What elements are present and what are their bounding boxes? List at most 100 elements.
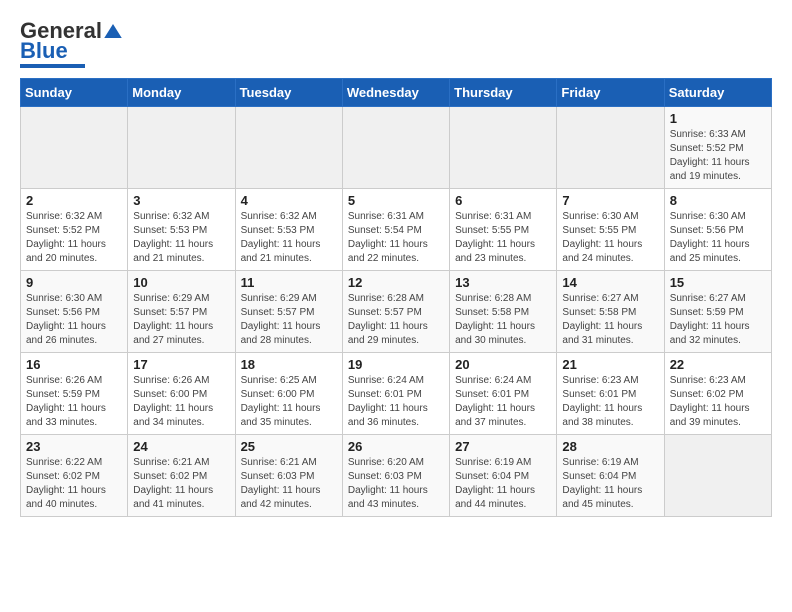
calendar-cell: 24 Sunrise: 6:21 AM Sunset: 6:02 PM Dayli… [128,435,235,517]
day-number: 3 [133,193,229,208]
day-info: Sunrise: 6:19 AM Sunset: 6:04 PM Dayligh… [455,456,551,512]
day-number: 1 [670,111,766,126]
day-number: 13 [455,275,551,290]
day-info: Sunrise: 6:23 AM Sunset: 6:01 PM Dayligh… [562,374,658,430]
calendar-cell: 26 Sunrise: 6:20 AM Sunset: 6:03 PM Dayli… [342,435,449,517]
calendar-cell: 18 Sunrise: 6:25 AM Sunset: 6:00 PM Dayli… [235,353,342,435]
day-info: Sunrise: 6:32 AM Sunset: 5:53 PM Dayligh… [241,210,337,266]
calendar-cell: 11 Sunrise: 6:29 AM Sunset: 5:57 PM Dayli… [235,271,342,353]
calendar-cell: 23 Sunrise: 6:22 AM Sunset: 6:02 PM Dayli… [21,435,128,517]
calendar-cell: 9 Sunrise: 6:30 AM Sunset: 5:56 PM Daylig… [21,271,128,353]
calendar-week-row: 1 Sunrise: 6:33 AM Sunset: 5:52 PM Daylig… [21,107,772,189]
day-number: 28 [562,439,658,454]
day-info: Sunrise: 6:30 AM Sunset: 5:56 PM Dayligh… [670,210,766,266]
calendar-cell: 1 Sunrise: 6:33 AM Sunset: 5:52 PM Daylig… [664,107,771,189]
calendar-cell: 19Sunrise: 6:24 AM Sunset: 6:01 PM Dayli… [342,353,449,435]
logo-underline [20,64,85,68]
calendar-header-row: SundayMondayTuesdayWednesdayThursdayFrid… [21,79,772,107]
day-number: 21 [562,357,658,372]
day-number: 27 [455,439,551,454]
calendar-cell [664,435,771,517]
calendar-week-row: 2Sunrise: 6:32 AM Sunset: 5:52 PM Daylig… [21,189,772,271]
day-number: 10 [133,275,229,290]
day-info: Sunrise: 6:27 AM Sunset: 5:59 PM Dayligh… [670,292,766,348]
day-info: Sunrise: 6:29 AM Sunset: 5:57 PM Dayligh… [241,292,337,348]
calendar-cell: 27 Sunrise: 6:19 AM Sunset: 6:04 PM Dayli… [450,435,557,517]
calendar-cell: 20 Sunrise: 6:24 AM Sunset: 6:01 PM Dayli… [450,353,557,435]
day-number: 17 [133,357,229,372]
day-info: Sunrise: 6:30 AM Sunset: 5:55 PM Dayligh… [562,210,658,266]
calendar-cell: 25 Sunrise: 6:21 AM Sunset: 6:03 PM Dayli… [235,435,342,517]
calendar-cell: 5Sunrise: 6:31 AM Sunset: 5:54 PM Daylig… [342,189,449,271]
weekday-header: Saturday [664,79,771,107]
day-number: 5 [348,193,444,208]
day-number: 19 [348,357,444,372]
calendar-cell: 17 Sunrise: 6:26 AM Sunset: 6:00 PM Dayli… [128,353,235,435]
day-number: 12 [348,275,444,290]
day-number: 20 [455,357,551,372]
day-info: Sunrise: 6:21 AM Sunset: 6:02 PM Dayligh… [133,456,229,512]
calendar-cell [342,107,449,189]
day-info: Sunrise: 6:32 AM Sunset: 5:53 PM Dayligh… [133,210,229,266]
day-info: Sunrise: 6:24 AM Sunset: 6:01 PM Dayligh… [455,374,551,430]
day-info: Sunrise: 6:23 AM Sunset: 6:02 PM Dayligh… [670,374,766,430]
calendar-week-row: 9 Sunrise: 6:30 AM Sunset: 5:56 PM Daylig… [21,271,772,353]
calendar-cell: 12 Sunrise: 6:28 AM Sunset: 5:57 PM Dayli… [342,271,449,353]
day-info: Sunrise: 6:22 AM Sunset: 6:02 PM Dayligh… [26,456,122,512]
calendar-cell: 13 Sunrise: 6:28 AM Sunset: 5:58 PM Dayli… [450,271,557,353]
calendar-cell [21,107,128,189]
calendar-cell: 8 Sunrise: 6:30 AM Sunset: 5:56 PM Daylig… [664,189,771,271]
day-number: 25 [241,439,337,454]
calendar-cell: 7 Sunrise: 6:30 AM Sunset: 5:55 PM Daylig… [557,189,664,271]
weekday-header: Tuesday [235,79,342,107]
calendar-cell: 28 Sunrise: 6:19 AM Sunset: 6:04 PM Dayli… [557,435,664,517]
calendar-week-row: 23 Sunrise: 6:22 AM Sunset: 6:02 PM Dayli… [21,435,772,517]
calendar-cell: 16 Sunrise: 6:26 AM Sunset: 5:59 PM Dayli… [21,353,128,435]
calendar-cell [128,107,235,189]
calendar-cell: 2Sunrise: 6:32 AM Sunset: 5:52 PM Daylig… [21,189,128,271]
day-number: 16 [26,357,122,372]
day-number: 26 [348,439,444,454]
logo-icon [104,24,122,38]
day-info: Sunrise: 6:28 AM Sunset: 5:57 PM Dayligh… [348,292,444,348]
calendar-cell [557,107,664,189]
day-number: 11 [241,275,337,290]
weekday-header: Monday [128,79,235,107]
day-number: 7 [562,193,658,208]
weekday-header: Thursday [450,79,557,107]
day-info: Sunrise: 6:26 AM Sunset: 5:59 PM Dayligh… [26,374,122,430]
day-info: Sunrise: 6:21 AM Sunset: 6:03 PM Dayligh… [241,456,337,512]
day-info: Sunrise: 6:25 AM Sunset: 6:00 PM Dayligh… [241,374,337,430]
day-info: Sunrise: 6:27 AM Sunset: 5:58 PM Dayligh… [562,292,658,348]
day-info: Sunrise: 6:26 AM Sunset: 6:00 PM Dayligh… [133,374,229,430]
calendar-cell: 6Sunrise: 6:31 AM Sunset: 5:55 PM Daylig… [450,189,557,271]
calendar-cell: 22 Sunrise: 6:23 AM Sunset: 6:02 PM Dayli… [664,353,771,435]
day-info: Sunrise: 6:19 AM Sunset: 6:04 PM Dayligh… [562,456,658,512]
weekday-header: Sunday [21,79,128,107]
day-number: 15 [670,275,766,290]
day-info: Sunrise: 6:20 AM Sunset: 6:03 PM Dayligh… [348,456,444,512]
day-info: Sunrise: 6:30 AM Sunset: 5:56 PM Dayligh… [26,292,122,348]
calendar-week-row: 16 Sunrise: 6:26 AM Sunset: 5:59 PM Dayli… [21,353,772,435]
day-number: 23 [26,439,122,454]
logo: General Blue [20,20,122,68]
day-info: Sunrise: 6:32 AM Sunset: 5:52 PM Dayligh… [26,210,122,266]
day-info: Sunrise: 6:31 AM Sunset: 5:55 PM Dayligh… [455,210,551,266]
calendar-table: SundayMondayTuesdayWednesdayThursdayFrid… [20,78,772,517]
day-number: 4 [241,193,337,208]
day-info: Sunrise: 6:28 AM Sunset: 5:58 PM Dayligh… [455,292,551,348]
day-number: 14 [562,275,658,290]
day-number: 24 [133,439,229,454]
day-number: 18 [241,357,337,372]
weekday-header: Friday [557,79,664,107]
calendar-cell: 21 Sunrise: 6:23 AM Sunset: 6:01 PM Dayli… [557,353,664,435]
calendar-cell: 3 Sunrise: 6:32 AM Sunset: 5:53 PM Daylig… [128,189,235,271]
day-number: 22 [670,357,766,372]
day-info: Sunrise: 6:33 AM Sunset: 5:52 PM Dayligh… [670,128,766,184]
calendar-cell [450,107,557,189]
calendar-cell: 4 Sunrise: 6:32 AM Sunset: 5:53 PM Daylig… [235,189,342,271]
day-number: 8 [670,193,766,208]
day-number: 9 [26,275,122,290]
calendar-cell: 14 Sunrise: 6:27 AM Sunset: 5:58 PM Dayli… [557,271,664,353]
day-info: Sunrise: 6:29 AM Sunset: 5:57 PM Dayligh… [133,292,229,348]
